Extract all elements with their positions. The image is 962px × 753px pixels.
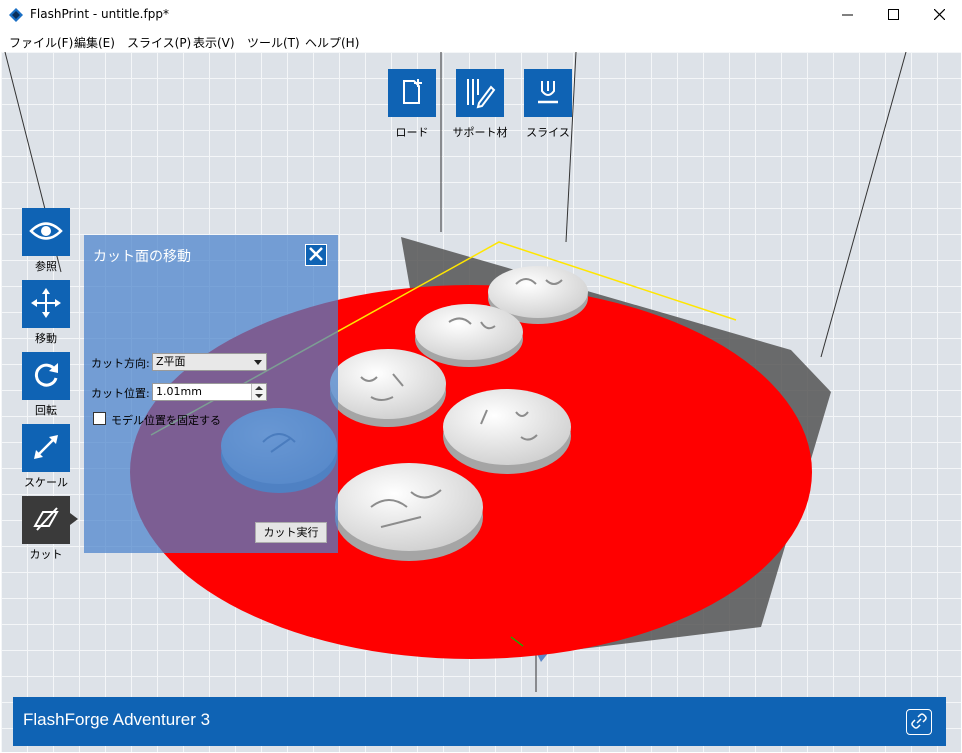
- window-title: FlashPrint - untitle.fpp*: [30, 7, 169, 21]
- eye-icon: [29, 220, 63, 245]
- slice-button[interactable]: [524, 69, 572, 117]
- fix-model-label: モデル位置を固定する: [111, 414, 221, 427]
- menu-view[interactable]: 表示(V): [193, 34, 235, 51]
- load-button[interactable]: [388, 69, 436, 117]
- title-bar: FlashPrint - untitle.fpp*: [0, 0, 962, 31]
- cut-panel: カット面の移動 カット方向: Z平面 カット位置: 1.01mm モデル位置を固…: [84, 235, 338, 553]
- load-file-icon: [397, 77, 427, 110]
- stepper-down-icon[interactable]: [255, 394, 263, 398]
- menu-edit[interactable]: 編集(E): [74, 34, 115, 51]
- connect-printer-button[interactable]: [906, 709, 932, 735]
- rotate-icon: [31, 360, 61, 393]
- menu-tools[interactable]: ツール(T): [247, 34, 300, 51]
- printer-name: FlashForge Adventurer 3: [23, 710, 211, 729]
- maximize-button[interactable]: [870, 0, 916, 31]
- menu-slice[interactable]: スライス(P): [127, 34, 191, 51]
- move-label: 移動: [35, 332, 57, 345]
- menu-help[interactable]: ヘルプ(H): [305, 34, 359, 51]
- view-button[interactable]: [22, 208, 70, 256]
- minimize-button[interactable]: [824, 0, 870, 31]
- support-button[interactable]: [456, 69, 504, 117]
- close-icon: [309, 246, 323, 264]
- fix-model-checkbox[interactable]: [93, 412, 106, 425]
- menu-bar: ファイル(F) 編集(E) スライス(P) 表示(V) ツール(T) ヘルプ(H…: [0, 31, 962, 52]
- connect-link-icon: [911, 712, 927, 732]
- rotate-button[interactable]: [22, 352, 70, 400]
- maximize-icon: [887, 8, 899, 23]
- chevron-down-icon: [254, 360, 262, 365]
- cut-button[interactable]: [22, 496, 70, 544]
- scale-button[interactable]: [22, 424, 70, 472]
- cut-position-label: カット位置:: [91, 387, 150, 400]
- close-button[interactable]: [916, 0, 962, 31]
- view-label: 参照: [35, 260, 57, 273]
- slice-label: スライス: [526, 126, 570, 139]
- cut-position-value: 1.01mm: [156, 385, 202, 398]
- move-arrows-icon: [30, 287, 62, 322]
- cut-label: カット: [29, 548, 63, 561]
- support-material-icon: [463, 75, 497, 112]
- move-button[interactable]: [22, 280, 70, 328]
- cut-direction-select[interactable]: Z平面: [152, 353, 267, 371]
- cut-direction-label: カット方向:: [91, 357, 150, 370]
- cut-icon: [31, 504, 61, 537]
- stepper-buttons[interactable]: [251, 384, 266, 400]
- menu-file[interactable]: ファイル(F): [9, 34, 73, 51]
- stepper-up-icon[interactable]: [255, 386, 263, 390]
- scale-label: スケール: [24, 476, 68, 489]
- printer-status-bar: FlashForge Adventurer 3: [13, 697, 946, 746]
- cut-direction-value: Z平面: [156, 355, 186, 368]
- minimize-icon: [841, 9, 853, 23]
- scale-icon: [31, 432, 61, 465]
- cut-panel-title: カット面の移動: [93, 249, 191, 265]
- rotate-label: 回転: [35, 404, 57, 417]
- slice-icon: [533, 77, 563, 110]
- cut-panel-close-button[interactable]: [305, 244, 327, 266]
- active-tool-pointer: [70, 513, 78, 525]
- flashprint-app-icon: [9, 8, 23, 22]
- close-icon: [933, 8, 945, 23]
- execute-cut-button[interactable]: カット実行: [255, 522, 327, 543]
- cut-position-stepper[interactable]: 1.01mm: [152, 383, 267, 401]
